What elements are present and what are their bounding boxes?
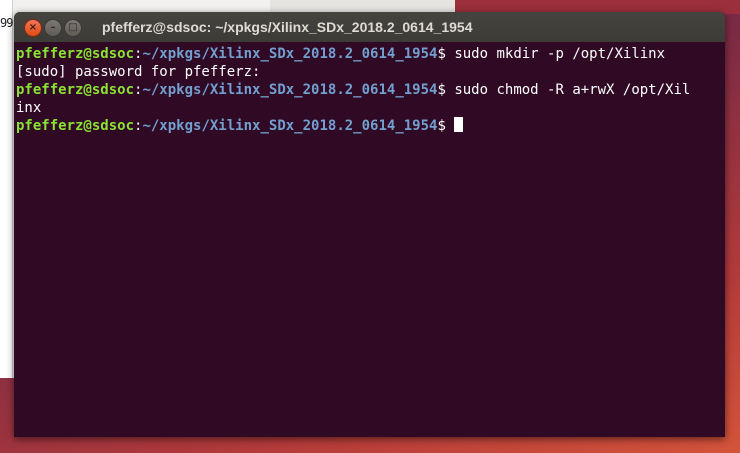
minimize-button[interactable]: –: [44, 19, 62, 37]
prompt-user: pfefferz@sdsoc: [16, 118, 135, 134]
prompt-user: pfefferz@sdsoc: [16, 82, 135, 98]
close-icon: ×: [28, 22, 38, 33]
output-text: inx: [16, 100, 42, 116]
terminal-output[interactable]: pfefferz@sdsoc:~/xpkgs/Xilinx_SDx_2018.2…: [14, 42, 725, 135]
terminal-line: pfefferz@sdsoc:~/xpkgs/Xilinx_SDx_2018.2…: [16, 81, 725, 99]
output-text: [sudo] password for pfefferz:: [16, 64, 261, 80]
background-window-edge: [0, 0, 13, 378]
window-title: pfefferz@sdsoc: ~/xpkgs/Xilinx_SDx_2018.…: [102, 19, 473, 35]
prompt-path: ~/xpkgs/Xilinx_SDx_2018.2_0614_1954: [142, 82, 438, 98]
command-text: $ sudo chmod -R a+rwX /opt/Xil: [437, 82, 691, 98]
text-cursor: [454, 117, 464, 132]
terminal-line: pfefferz@sdsoc:~/xpkgs/Xilinx_SDx_2018.2…: [16, 117, 725, 135]
maximize-button[interactable]: □: [64, 19, 82, 37]
command-text: $ sudo mkdir -p /opt/Xilinx: [437, 46, 666, 62]
terminal-line: pfefferz@sdsoc:~/xpkgs/Xilinx_SDx_2018.2…: [16, 45, 725, 63]
prompt-path: ~/xpkgs/Xilinx_SDx_2018.2_0614_1954: [142, 118, 438, 134]
prompt-user: pfefferz@sdsoc: [16, 46, 135, 62]
terminal-line: [sudo] password for pfefferz:: [16, 63, 725, 81]
terminal-window[interactable]: × – □ pfefferz@sdsoc: ~/xpkgs/Xilinx_SDx…: [14, 12, 725, 437]
terminal-line: inx: [16, 99, 725, 117]
command-text: $: [437, 118, 455, 134]
maximize-icon: □: [68, 22, 78, 33]
background-window-text: 99: [0, 16, 13, 30]
title-bar[interactable]: × – □ pfefferz@sdsoc: ~/xpkgs/Xilinx_SDx…: [14, 12, 725, 42]
close-button[interactable]: ×: [24, 19, 42, 37]
prompt-path: ~/xpkgs/Xilinx_SDx_2018.2_0614_1954: [142, 46, 438, 62]
minimize-icon: –: [50, 22, 56, 33]
